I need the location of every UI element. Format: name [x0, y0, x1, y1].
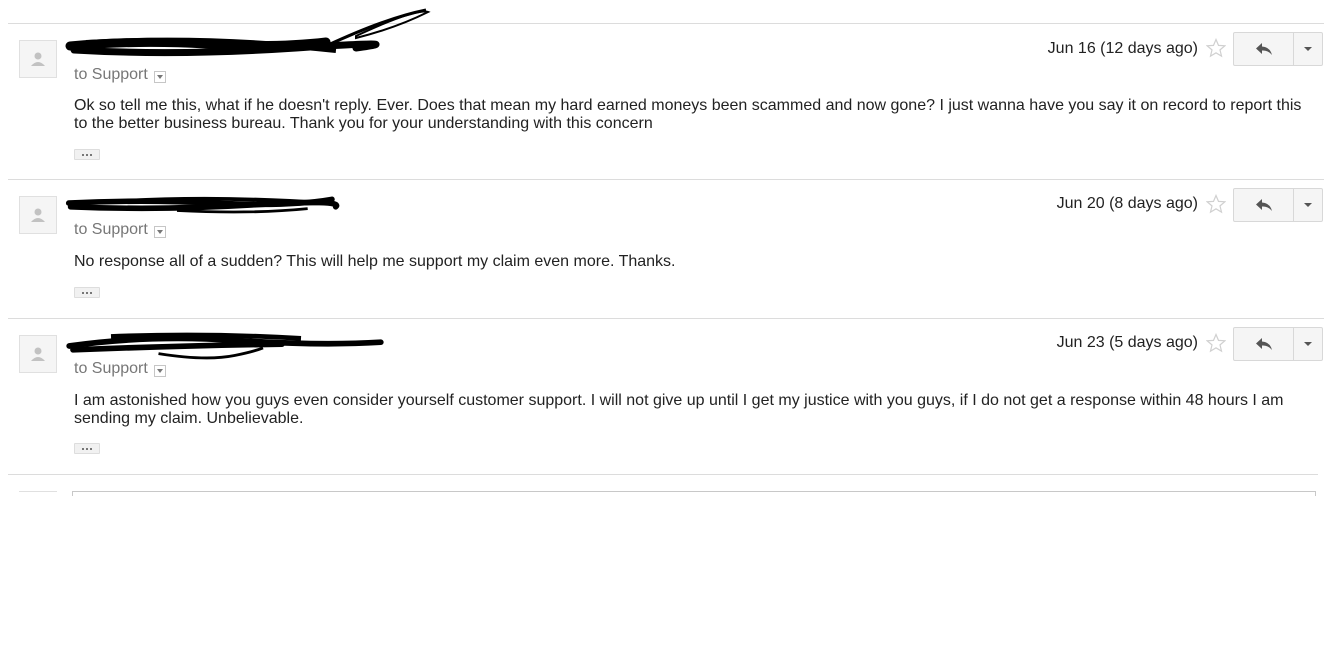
recipient-label: to Support [74, 66, 148, 83]
caret-down-icon [1304, 47, 1312, 51]
message-date: Jun 20 (8 days ago) [1056, 195, 1198, 212]
message-date: Jun 16 (12 days ago) [1047, 40, 1198, 57]
caret-down-icon [1304, 203, 1312, 207]
message-body: Ok so tell me this, what if he doesn't r… [74, 97, 1302, 132]
recipient-line: to Support [74, 221, 166, 239]
show-trimmed-content-button[interactable] [74, 443, 100, 454]
small-caret-down-icon[interactable] [153, 364, 166, 377]
sender-name-redaction [65, 8, 431, 57]
email-thread: to Support Jun 16 (12 days ago) Ok so te… [8, 8, 1324, 474]
default-avatar-icon [19, 335, 57, 373]
more-options-button[interactable] [1294, 33, 1322, 65]
more-options-button[interactable] [1294, 189, 1322, 221]
reply-arrow-icon [1255, 199, 1272, 211]
reply-button-group [1233, 32, 1323, 66]
recipient-line: to Support [74, 66, 166, 84]
default-avatar-icon [19, 40, 57, 78]
star-outline-icon[interactable] [1206, 194, 1226, 214]
message-item: to Support Jun 16 (12 days ago) Ok so te… [8, 8, 1324, 179]
sender-name-redaction [65, 196, 340, 214]
more-options-button[interactable] [1294, 328, 1322, 360]
default-avatar-icon [19, 196, 57, 234]
message-body: No response all of a sudden? This will h… [74, 253, 676, 270]
caret-down-icon [1304, 342, 1312, 346]
reply-button-group [1233, 327, 1323, 361]
compose-box[interactable] [72, 491, 1316, 496]
reply-button-group [1233, 188, 1323, 222]
message-body: I am astonished how you guys even consid… [74, 392, 1284, 427]
message-item: to Support Jun 23 (5 days ago) I am asto… [8, 318, 1324, 474]
reply-arrow-icon [1255, 338, 1272, 350]
reply-button[interactable] [1234, 33, 1294, 65]
recipient-line: to Support [74, 360, 166, 378]
small-caret-down-icon[interactable] [153, 225, 166, 238]
reply-arrow-icon [1255, 43, 1272, 55]
compose-avatar [19, 491, 57, 496]
recipient-label: to Support [74, 360, 148, 377]
star-outline-icon[interactable] [1206, 333, 1226, 353]
show-trimmed-content-button[interactable] [74, 149, 100, 160]
recipient-label: to Support [74, 221, 148, 238]
star-outline-icon[interactable] [1206, 38, 1226, 58]
reply-button[interactable] [1234, 328, 1294, 360]
message-item: to Support Jun 20 (8 days ago) No respon… [8, 179, 1324, 318]
reply-compose-area[interactable] [8, 474, 1318, 496]
small-caret-down-icon[interactable] [153, 70, 166, 83]
message-date: Jun 23 (5 days ago) [1056, 334, 1198, 351]
reply-button[interactable] [1234, 189, 1294, 221]
show-trimmed-content-button[interactable] [74, 287, 100, 298]
